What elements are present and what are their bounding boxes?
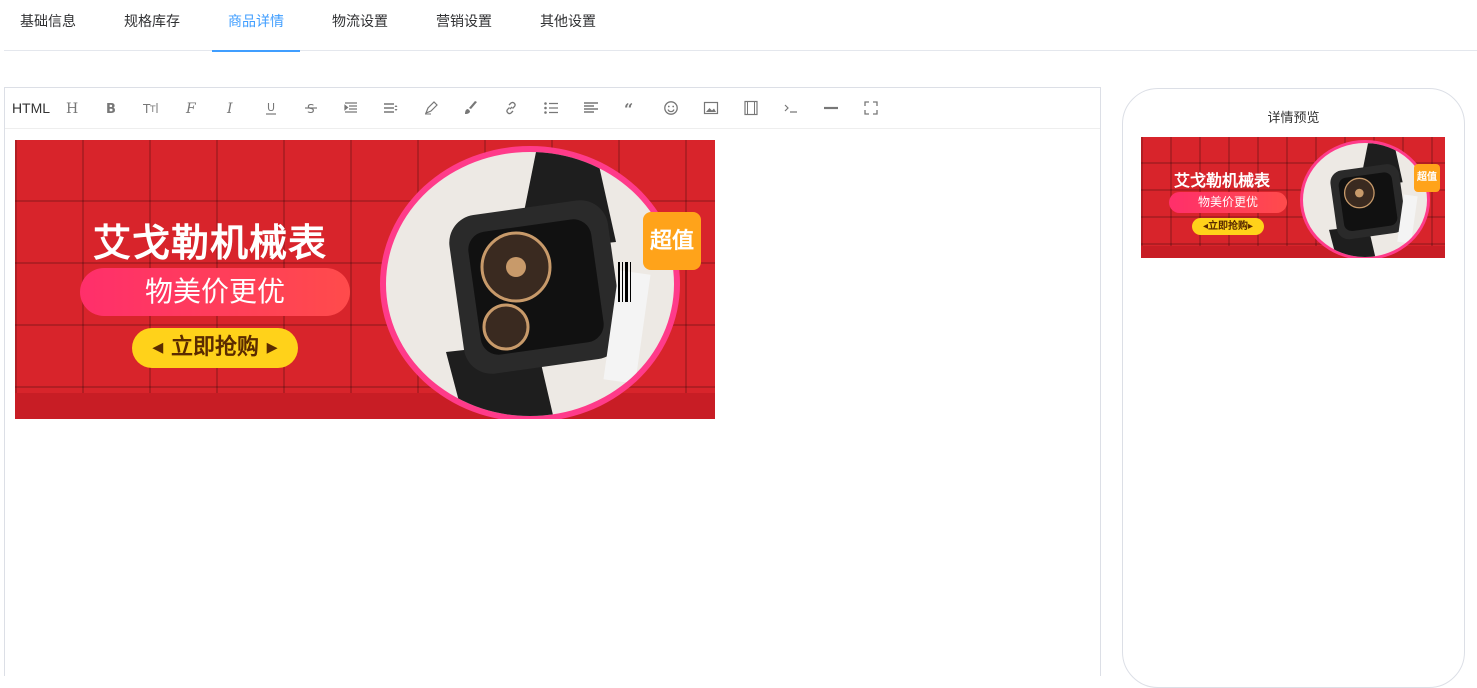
emoticon-icon[interactable]: [658, 96, 684, 120]
banner-subtitle: 物美价更优: [80, 268, 350, 316]
banner-value-tag: 超值: [643, 212, 701, 270]
editor-toolbar: HTML H B TT F I U S “: [5, 88, 1100, 129]
tab-logistics[interactable]: 物流设置: [332, 0, 388, 51]
line-height-icon[interactable]: [378, 96, 404, 120]
justify-icon[interactable]: [578, 96, 604, 120]
svg-text:T: T: [149, 105, 156, 115]
preview-banner-image: 艾戈勒机械表 物美价更优 ◂立即抢购▸ 超值: [1141, 137, 1445, 258]
link-icon[interactable]: [498, 96, 524, 120]
tab-bar: 基础信息 规格库存 商品详情 物流设置 营销设置 其他设置: [4, 0, 1477, 52]
preview-value-tag: 超值: [1414, 164, 1440, 192]
tab-basic-info[interactable]: 基础信息: [20, 0, 76, 51]
rich-text-editor: HTML H B TT F I U S “ 艾戈勒机械表 物美价更优 ◂ 立即抢…: [4, 87, 1101, 676]
editor-content-area[interactable]: 艾戈勒机械表 物美价更优 ◂ 立即抢购 ▸ 超值: [5, 130, 1100, 676]
html-mode-button[interactable]: HTML: [9, 96, 53, 120]
preview-banner-title: 艾戈勒机械表: [1174, 171, 1271, 190]
watch-icon: [446, 152, 651, 416]
product-banner-image[interactable]: 艾戈勒机械表 物美价更优 ◂ 立即抢购 ▸ 超值: [15, 140, 715, 419]
tab-spec-stock[interactable]: 规格库存: [124, 0, 180, 51]
svg-text:U: U: [267, 101, 275, 114]
preview-banner-buy-button: ◂立即抢购▸: [1192, 218, 1264, 235]
code-icon[interactable]: [778, 96, 804, 120]
image-icon[interactable]: [698, 96, 724, 120]
fore-color-icon[interactable]: [418, 96, 444, 120]
preview-title: 详情预览: [1267, 111, 1320, 126]
strikethrough-icon[interactable]: S: [298, 96, 324, 120]
video-icon[interactable]: [738, 96, 764, 120]
banner-buy-button: ◂ 立即抢购 ▸: [132, 328, 298, 368]
bold-icon[interactable]: B: [98, 96, 124, 120]
fullscreen-icon[interactable]: [858, 96, 884, 120]
detail-preview-panel: 详情预览 艾戈勒机械表 物美价更优 ◂立即抢购▸ 超值: [1122, 88, 1465, 688]
divider-icon[interactable]: [818, 96, 844, 120]
tab-marketing[interactable]: 营销设置: [436, 0, 492, 51]
back-color-icon[interactable]: [458, 96, 484, 120]
svg-text:S: S: [307, 102, 315, 116]
preview-watch-icon: [1329, 143, 1418, 257]
svg-text:“: “: [624, 100, 633, 116]
tab-other[interactable]: 其他设置: [540, 0, 596, 51]
banner-title: 艾戈勒机械表: [93, 221, 328, 265]
quote-icon[interactable]: “: [618, 96, 644, 120]
underline-icon[interactable]: U: [258, 96, 284, 120]
preview-watch-photo: [1300, 140, 1430, 258]
svg-text:F: F: [185, 101, 197, 116]
font-size-icon[interactable]: TT: [138, 96, 164, 120]
svg-text:I: I: [226, 101, 233, 116]
preview-banner-subtitle: 物美价更优: [1169, 192, 1287, 213]
svg-text:H: H: [66, 101, 78, 116]
preview-right-arrow-icon: ▸: [1248, 221, 1254, 232]
list-icon[interactable]: [538, 96, 564, 120]
svg-text:B: B: [106, 102, 116, 116]
banner-right-arrow-icon: ▸: [266, 335, 278, 360]
watch-photo: [380, 146, 680, 419]
font-name-icon[interactable]: F: [178, 96, 204, 120]
banner-left-arrow-icon: ◂: [152, 335, 164, 360]
tab-product-detail[interactable]: 商品详情: [212, 0, 300, 52]
active-tab-indicator: [212, 50, 300, 52]
heading-icon[interactable]: H: [58, 96, 84, 120]
italic-icon[interactable]: I: [218, 96, 244, 120]
indent-icon[interactable]: [338, 96, 364, 120]
